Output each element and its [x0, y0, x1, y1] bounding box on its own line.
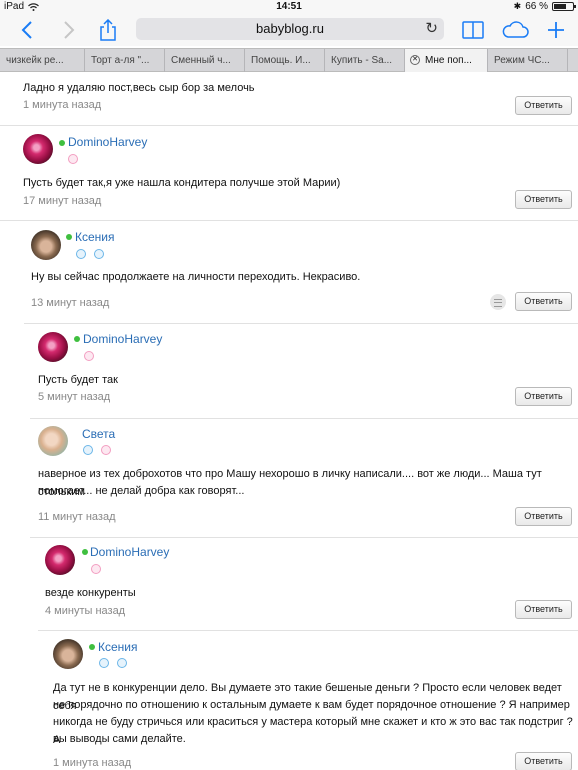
- bookmarks-button[interactable]: [460, 14, 486, 46]
- divider: [24, 323, 578, 324]
- medal-icon: [94, 249, 104, 259]
- online-indicator: [66, 234, 72, 240]
- medal-icon: [101, 445, 111, 455]
- comment-text: Пусть будет так: [38, 374, 118, 386]
- comment-text: Ладно я удаляю пост,весь сыр бор за мело…: [23, 82, 255, 94]
- close-tab-icon[interactable]: ✕: [410, 55, 420, 65]
- chevron-left-icon: [21, 21, 32, 39]
- avatar[interactable]: [23, 134, 53, 164]
- reply-button[interactable]: Ответить: [515, 96, 572, 115]
- comment-time: 1 минута назад: [53, 757, 132, 769]
- tab-label: Режим ЧС...: [494, 55, 550, 66]
- online-indicator: [74, 336, 80, 342]
- divider: [30, 537, 578, 538]
- tab-active[interactable]: ✕ Мне поп...: [405, 49, 488, 72]
- reply-button[interactable]: Ответить: [515, 387, 572, 406]
- author-name[interactable]: Света: [82, 427, 115, 441]
- comment-time: 5 минут назад: [38, 391, 111, 403]
- more-menu-icon[interactable]: [490, 294, 506, 310]
- medal-icon: [68, 154, 78, 164]
- book-icon: [462, 21, 484, 39]
- tab-label: чизкейк ре...: [6, 55, 64, 66]
- icloud-tabs-button[interactable]: [500, 14, 530, 46]
- author-name[interactable]: Ксения: [98, 640, 138, 654]
- medal-icon: [117, 658, 127, 668]
- cloud-icon: [502, 21, 529, 38]
- reply-button[interactable]: Ответить: [515, 292, 572, 311]
- battery-icon: [552, 2, 576, 11]
- tab-label: Купить - Sa...: [331, 55, 393, 66]
- reply-button[interactable]: Ответить: [515, 190, 572, 209]
- share-icon: [100, 19, 116, 41]
- online-indicator: [89, 644, 95, 650]
- status-bar: iPad 14:51 ✱ 66 %: [0, 0, 578, 14]
- avatar[interactable]: [38, 426, 68, 456]
- comment-text: Ну вы сейчас продолжаете на личности пер…: [31, 271, 361, 283]
- clock: 14:51: [276, 1, 302, 12]
- plus-icon: [548, 22, 564, 38]
- online-indicator: [59, 140, 65, 146]
- tab-label: Мне поп...: [425, 55, 472, 66]
- address-bar[interactable]: babyblog.ru ↻: [136, 18, 444, 40]
- share-button[interactable]: [95, 14, 121, 46]
- comment-time: 11 минут назад: [38, 511, 116, 523]
- tab-smenny[interactable]: Сменный ч...: [165, 49, 245, 72]
- reload-icon[interactable]: ↻: [425, 18, 438, 40]
- tab-label: Торт а-ля "...: [91, 55, 150, 66]
- medal-icon: [91, 564, 101, 574]
- divider: [0, 125, 578, 126]
- tab-torte[interactable]: Торт а-ля "...: [85, 49, 165, 72]
- reply-button[interactable]: Ответить: [515, 752, 572, 770]
- comment-time: 17 минут назад: [23, 195, 102, 207]
- tab-kupit[interactable]: Купить - Sa...: [325, 49, 405, 72]
- comment-text: везде конкуренты: [45, 587, 136, 599]
- medal-icon: [99, 658, 109, 668]
- bluetooth-icon: ✱: [513, 1, 522, 11]
- chevron-right-icon: [64, 21, 75, 39]
- avatar[interactable]: [38, 332, 68, 362]
- reply-button[interactable]: Ответить: [515, 507, 572, 526]
- divider: [0, 220, 578, 221]
- battery-percent: 66 %: [525, 1, 548, 12]
- tab-cheesecake[interactable]: чизкейк ре...: [0, 49, 85, 72]
- medal-icon: [76, 249, 86, 259]
- avatar[interactable]: [53, 639, 83, 669]
- comment-time: 13 минут назад: [31, 297, 110, 309]
- comment-time: 1 минута назад: [23, 99, 102, 111]
- tab-pomosh[interactable]: Помощь. И...: [245, 49, 325, 72]
- new-tab-button[interactable]: [544, 14, 568, 46]
- divider: [30, 418, 578, 419]
- comment-text-line-4: вы выводы сами делайте.: [53, 733, 186, 745]
- medal-icon: [83, 445, 93, 455]
- tab-bar: чизкейк ре... Торт а-ля "... Сменный ч..…: [0, 48, 578, 72]
- online-indicator: [82, 549, 88, 555]
- divider: [38, 630, 578, 631]
- browser-toolbar: babyblog.ru ↻: [0, 14, 578, 46]
- forward-button[interactable]: [56, 14, 82, 46]
- medal-icon: [84, 351, 94, 361]
- avatar[interactable]: [45, 545, 75, 575]
- back-button[interactable]: [14, 14, 40, 46]
- comment-time: 4 минуты назад: [45, 605, 126, 617]
- comment-text: Пусть будет так,я уже нашла кондитера по…: [23, 177, 341, 189]
- author-name[interactable]: DominoHarvey: [83, 332, 162, 346]
- url-text: babyblog.ru: [256, 21, 324, 36]
- tab-label: Помощь. И...: [251, 55, 311, 66]
- tab-label: Сменный ч...: [171, 55, 231, 66]
- author-name[interactable]: DominoHarvey: [68, 135, 147, 149]
- reply-button[interactable]: Ответить: [515, 600, 572, 619]
- comment-text-line-2: помогает... не делай добра как говорят..…: [38, 485, 245, 497]
- author-name[interactable]: Ксения: [75, 230, 115, 244]
- author-name[interactable]: DominoHarvey: [90, 545, 169, 559]
- avatar[interactable]: [31, 230, 61, 260]
- comment-text-line-2: не порядочно по отношению к остальным ду…: [53, 699, 570, 711]
- tab-rezhim[interactable]: Режим ЧС...: [488, 49, 568, 72]
